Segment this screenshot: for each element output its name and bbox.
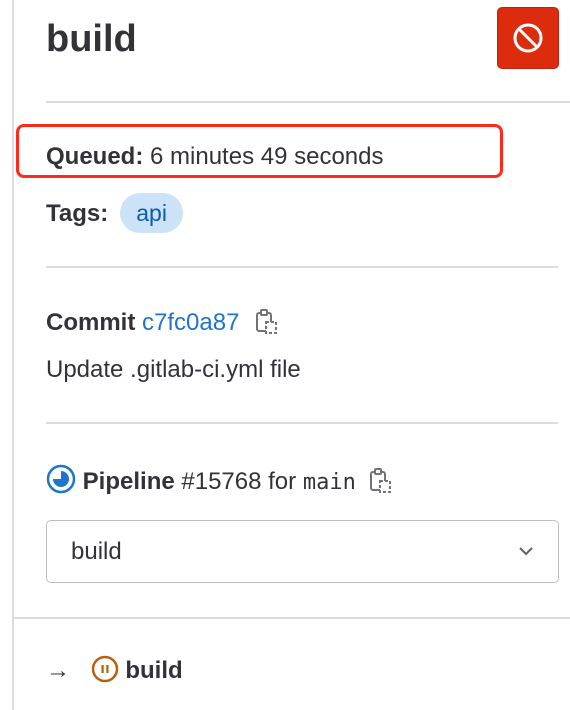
copy-icon[interactable] [254,309,278,335]
sidebar-border [12,0,14,710]
pipeline-link[interactable]: #15768 [181,468,261,495]
job-list-item[interactable]: → build [46,655,183,686]
tag-badge[interactable]: api [120,193,183,233]
cancel-icon [513,23,543,53]
job-name: build [125,657,183,684]
queued-row: Queued: 6 minutes 49 seconds [46,143,384,170]
job-title: build [46,18,137,60]
divider [46,266,558,268]
commit-row: Commit c7fc0a87 [46,308,278,338]
cancel-job-button[interactable] [497,7,559,69]
stage-select[interactable]: build [46,520,559,583]
chevron-down-icon [519,547,533,556]
current-job-arrow: → [46,657,70,684]
queued-value: 6 minutes 49 seconds [150,143,384,170]
pipeline-row: Pipeline #15768 for main [46,464,392,498]
status-manual-icon [91,655,118,683]
tags-row: Tags: api [46,193,183,234]
commit-sha-link[interactable]: c7fc0a87 [142,309,239,336]
copy-icon[interactable] [368,468,392,494]
divider [46,101,570,103]
branch-name[interactable]: main [303,470,356,495]
status-running-icon[interactable] [46,464,76,494]
divider [46,422,558,424]
commit-message: Update .gitlab-ci.yml file [46,356,301,383]
divider [14,617,570,619]
